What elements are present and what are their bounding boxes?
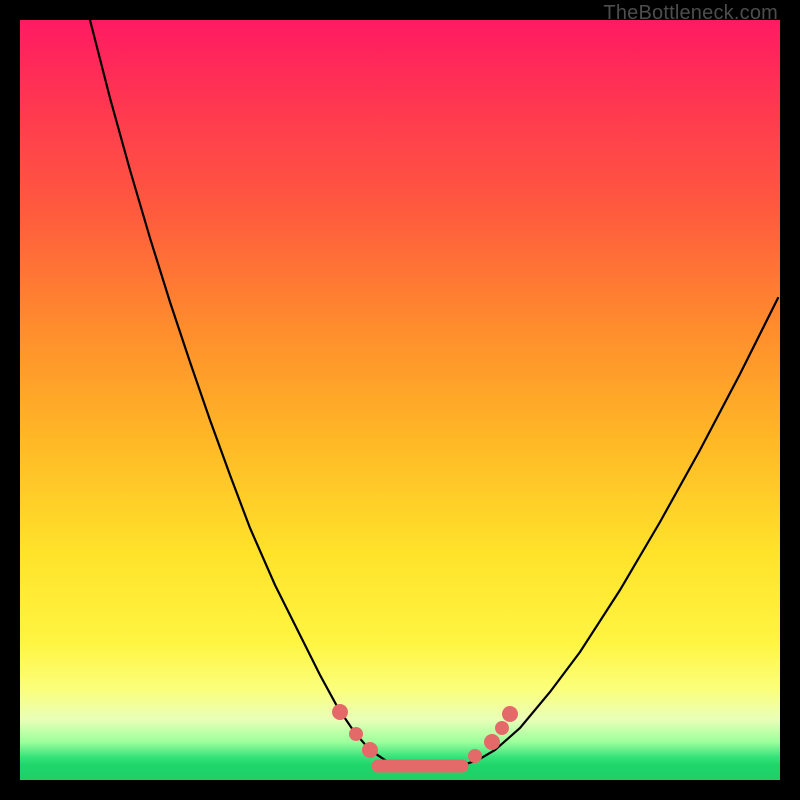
plot-area [20, 20, 780, 780]
highlight-bead [332, 704, 348, 720]
curve-layer [20, 20, 780, 780]
highlight-bead [495, 721, 509, 735]
highlight-bead [468, 749, 482, 763]
highlight-bead [484, 734, 500, 750]
highlight-bead [362, 742, 378, 758]
highlight-bead [349, 727, 363, 741]
highlight-bead [502, 706, 518, 722]
outer-frame: TheBottleneck.com [0, 0, 800, 800]
bottleneck-curve-path [90, 20, 778, 768]
